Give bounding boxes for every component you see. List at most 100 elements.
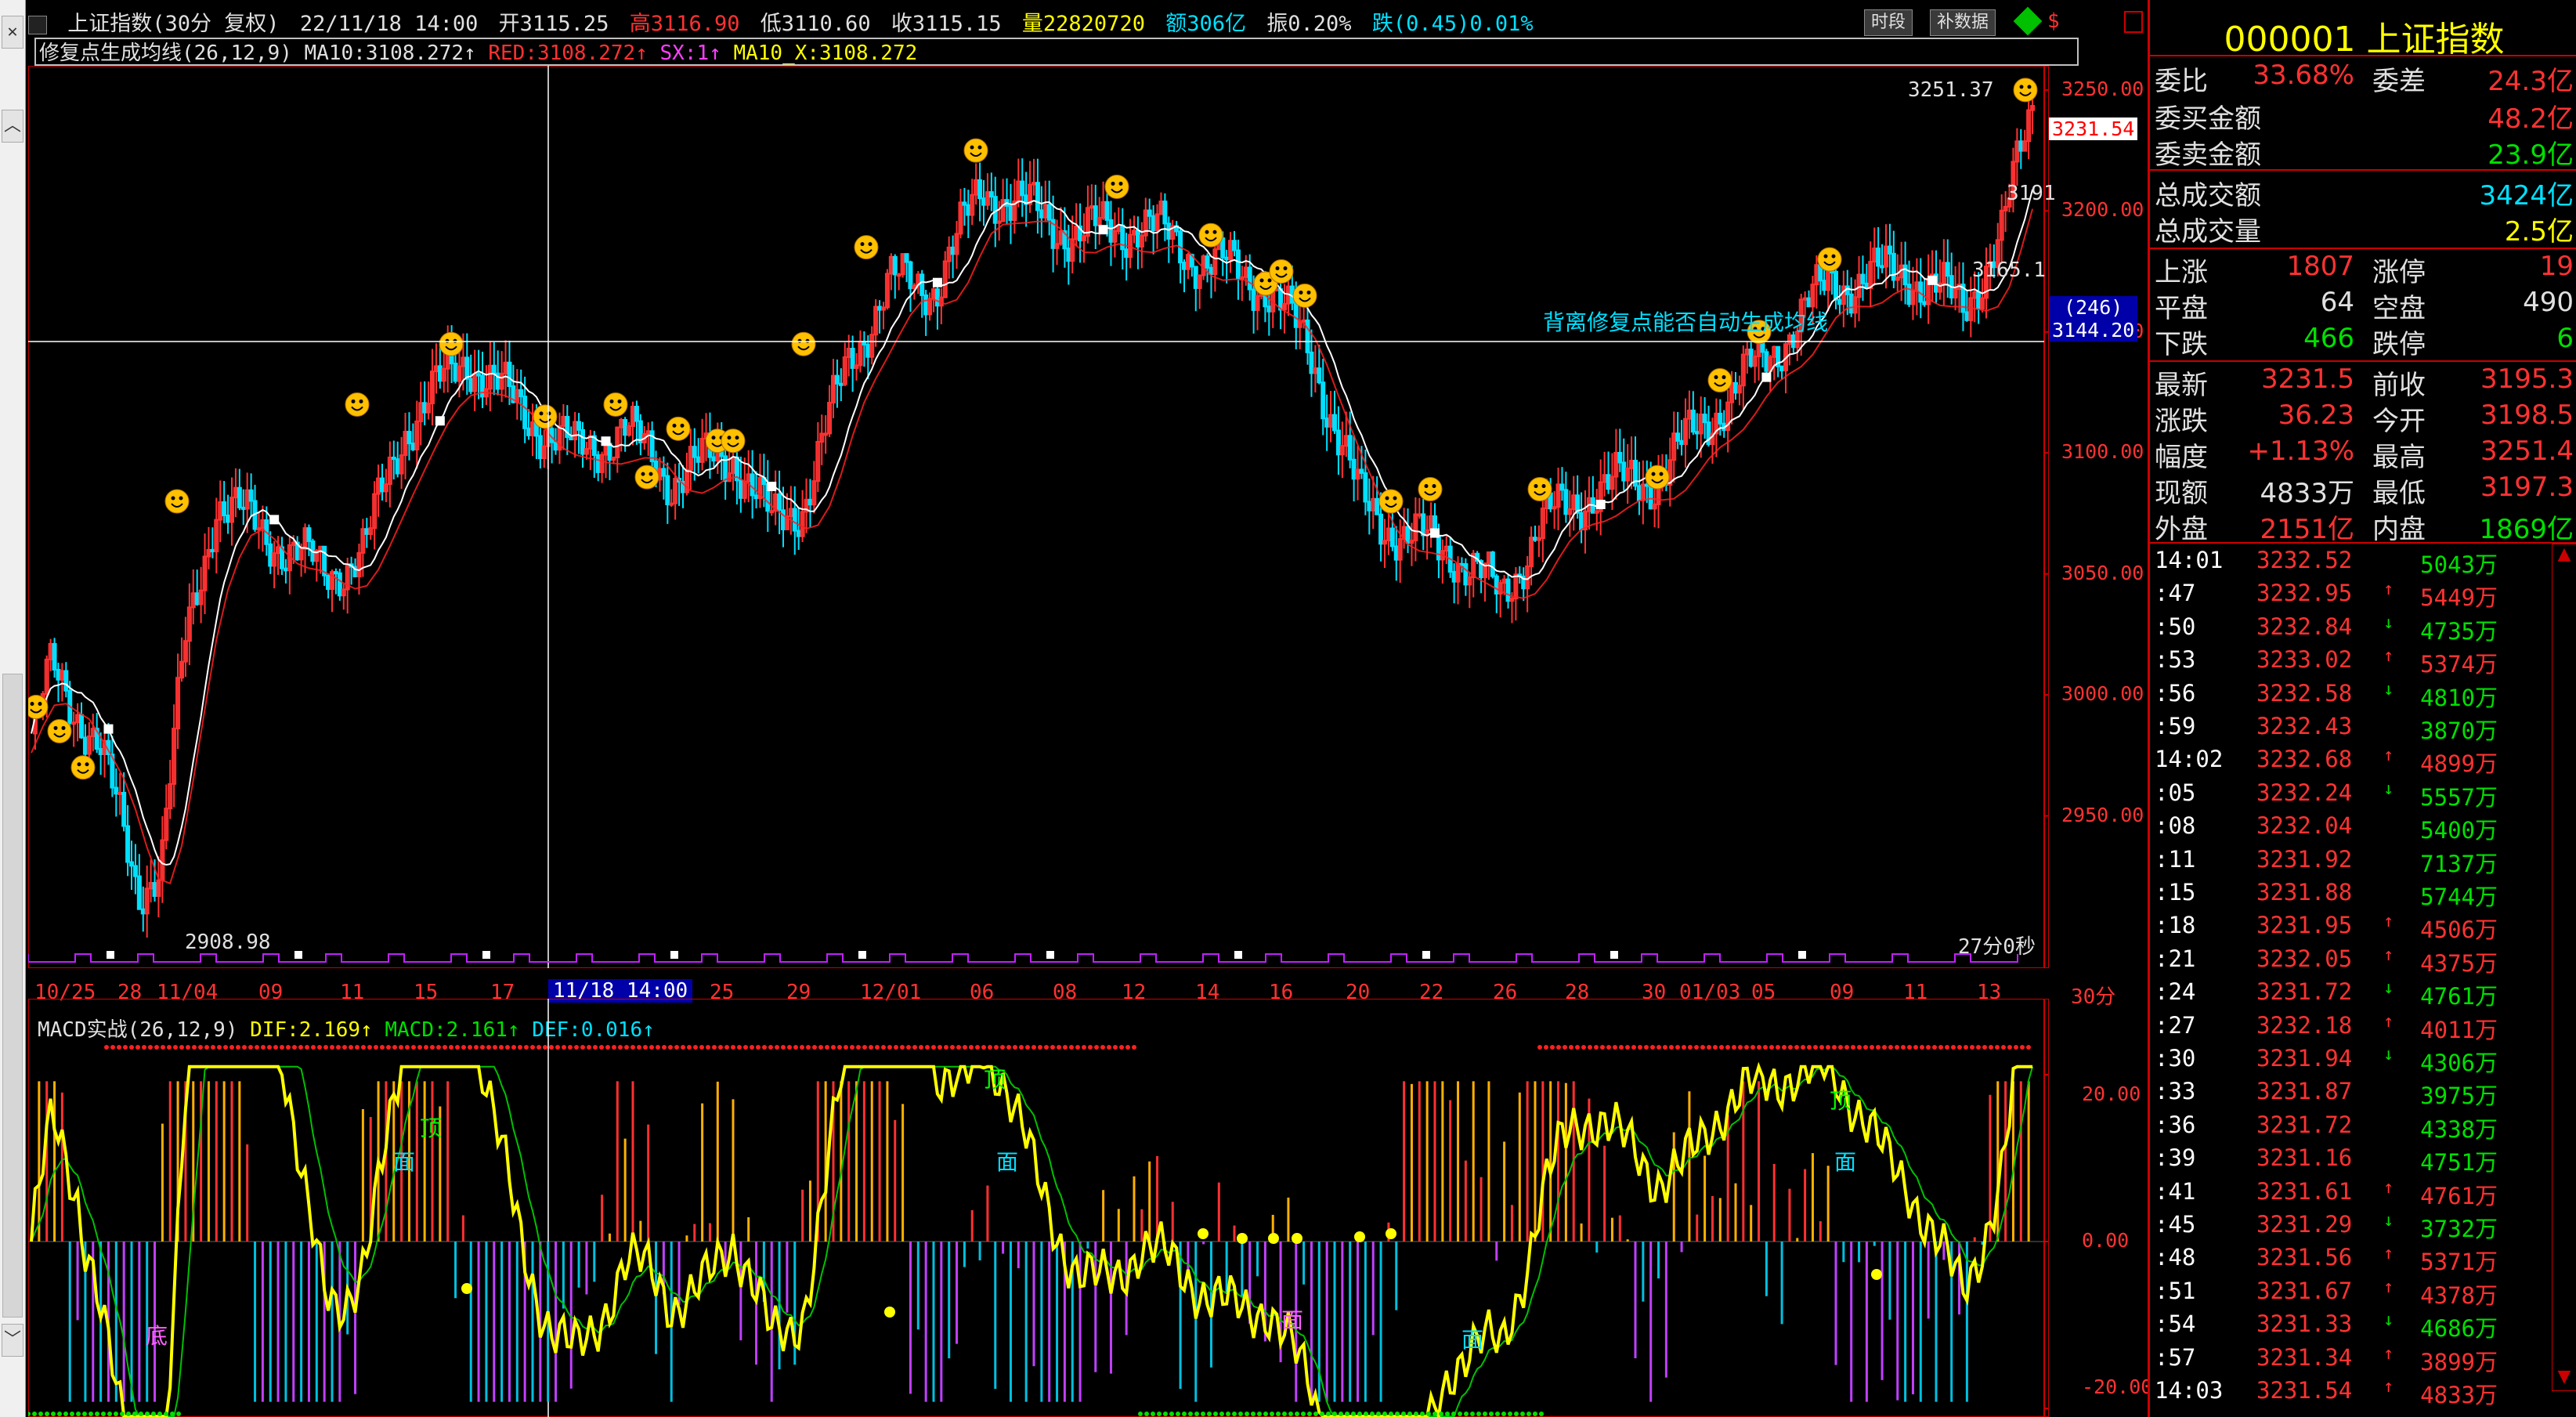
candle-body [337,572,342,597]
candle-body [981,197,986,206]
scroll-up-icon[interactable]: ︿ [2,110,23,143]
price-tick-label: 3100.00 [2061,440,2144,464]
dollar-icon[interactable]: $ [2047,9,2060,33]
scroll-down-icon[interactable]: ﹀ [2,1324,23,1357]
tick-price: 3232.58 [2256,679,2353,707]
tick-row[interactable]: :08 3232.04 5400万 [2155,812,2574,845]
tick-row[interactable]: 14:03 3231.54 ↑ 4833万 [2155,1377,2574,1410]
tick-price: 3231.16 [2256,1144,2353,1172]
yellow-signal-dot [1354,1231,1365,1242]
tick-row[interactable]: :11 3231.92 7137万 [2155,846,2574,879]
vertical-scrollbar[interactable]: ✕ ︿ ﹀ [0,0,26,1417]
bottom-signal-label: 底 [146,1323,168,1349]
candle-body [326,574,331,591]
macd-chart[interactable]: 顶顶顶面面面底面面 [28,999,2049,1417]
tick-row[interactable]: :50 3232.84 ↓ 4735万 [2155,613,2574,646]
tick-row[interactable]: :57 3231.34 ↑ 3899万 [2155,1344,2574,1377]
tick-arrow: ↓ [2383,1211,2394,1231]
tick-row[interactable]: :59 3232.43 3870万 [2155,713,2574,746]
signal-dot [1514,1412,1519,1416]
tick-row[interactable]: :21 3232.05 ↑ 4375万 [2155,945,2574,978]
period-button[interactable]: 时段 [1864,9,1913,36]
tick-arrow: ↑ [2383,1277,2394,1297]
candle-body [1733,381,1738,394]
quote-label: 最新 [2155,370,2208,401]
tick-time: :57 [2155,1343,2196,1371]
tick-row[interactable]: :39 3231.16 4751万 [2155,1144,2574,1177]
candle-body [537,435,543,460]
ma-marker [1761,372,1772,382]
tick-volume: 4506万 [2420,916,2498,944]
signal-dot [1794,1045,1799,1050]
tick-row[interactable]: 14:01 3232.52 5043万 [2155,547,2574,580]
signal-dot [518,1045,522,1050]
signal-dot [850,1045,854,1050]
signal-dot [1588,1045,1592,1050]
tick-arrow: ↑ [2383,1011,2394,1032]
menu-icon[interactable] [28,15,47,34]
candle-body [1335,429,1341,456]
signal-dot [1926,1045,1931,1050]
change-value: 跌(0.45)0.01% [1371,12,1534,36]
signal-dot [944,1045,948,1050]
candle-body [792,508,797,532]
tick-volume: 4810万 [2420,684,2498,711]
macd-tick-label: -20.00 [2082,1375,2153,1398]
tick-row[interactable]: :27 3232.18 ↑ 4011万 [2155,1012,2574,1045]
candle-body [1220,237,1226,258]
signal-dot [82,1412,87,1416]
signal-dot [1657,1045,1661,1050]
candle-body [1224,256,1230,261]
sx-marker [294,951,302,959]
signal-dot [662,1045,667,1050]
tick-row[interactable]: :53 3233.02 ↑ 5374万 [2155,646,2574,679]
tick-row[interactable]: :54 3231.33 ↓ 4686万 [2155,1310,2574,1343]
signal-dot [2026,1045,2031,1050]
tick-row[interactable]: :48 3231.56 ↑ 5371万 [2155,1244,2574,1277]
signal-dot [1213,1412,1218,1416]
signal-dot [399,1045,403,1050]
restore-icon[interactable] [2124,11,2143,33]
signal-dot [505,1045,510,1050]
tick-row[interactable]: :18 3231.95 ↑ 4506万 [2155,912,2574,945]
supplement-data-button[interactable]: 补数据 [1930,9,1996,36]
signal-dot [1750,1045,1755,1050]
signal-dot [1895,1045,1899,1050]
kline-chart[interactable] [28,66,2049,968]
tick-row[interactable]: :15 3231.88 5744万 [2155,879,2574,912]
tick-row[interactable]: :56 3232.58 ↓ 4810万 [2155,680,2574,713]
tick-row[interactable]: :24 3231.72 ↓ 4761万 [2155,978,2574,1011]
tick-scrollbar[interactable]: ▲ ▼ [2552,544,2576,1391]
price-tick-label: 3050.00 [2061,561,2144,584]
signal-dot [51,1412,56,1416]
tick-price: 3232.24 [2256,779,2353,806]
quote-row: 委卖金额 23.9亿 [2155,133,2574,171]
signal-dot [988,1045,992,1050]
quote-label: 前收 [2372,370,2426,401]
quote-label: 涨停 [2372,257,2426,288]
smiley-icon [1292,283,1317,308]
candle-body [834,374,840,385]
quote-label: 上涨 [2155,257,2208,288]
signal-dot [57,1412,62,1416]
tick-row[interactable]: :36 3231.72 4338万 [2155,1112,2574,1144]
signal-dot [1433,1412,1437,1416]
scroll-thumb[interactable] [2,674,23,1318]
signal-dot [1276,1412,1281,1416]
tick-row[interactable]: 14:02 3232.68 ↑ 4899万 [2155,746,2574,779]
tick-row[interactable]: :33 3231.87 3975万 [2155,1078,2574,1111]
tick-row[interactable]: :30 3231.94 ↓ 4306万 [2155,1045,2574,1078]
tick-row[interactable]: :05 3232.24 ↓ 5557万 [2155,779,2574,812]
close-icon[interactable]: ✕ [2,16,23,49]
tick-price: 3232.84 [2256,613,2353,640]
tick-scroll-up-icon[interactable]: ▲ [2553,544,2576,568]
candle-body [838,382,844,386]
tick-row[interactable]: :41 3231.61 ↑ 4761万 [2155,1178,2574,1211]
tick-row[interactable]: :45 3231.29 ↓ 3732万 [2155,1211,2574,1244]
tick-row[interactable]: :51 3231.67 ↑ 4378万 [2155,1278,2574,1310]
tick-volume: 4306万 [2420,1050,2498,1076]
tick-row[interactable]: :47 3232.95 ↑ 5449万 [2155,580,2574,613]
candle-body [1764,351,1769,372]
tick-scroll-down-icon[interactable]: ▼ [2553,1367,2576,1390]
quote-value: 3424亿 [2479,180,2574,211]
